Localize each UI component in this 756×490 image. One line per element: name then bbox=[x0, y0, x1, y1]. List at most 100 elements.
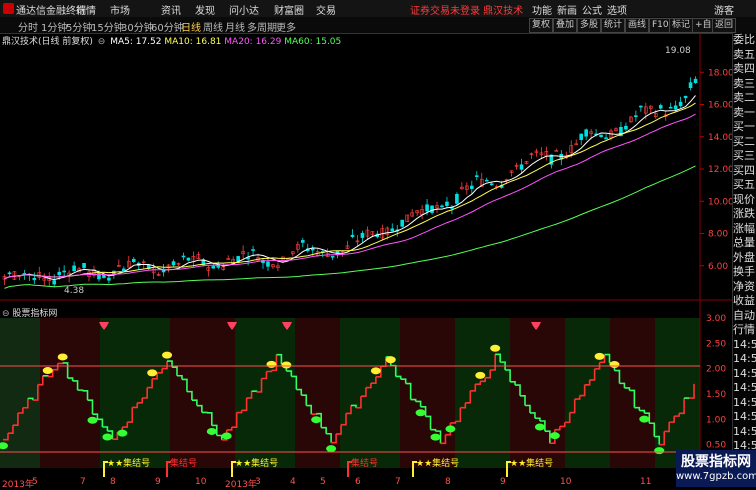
date-tick: 5 bbox=[320, 477, 326, 487]
bg-zone bbox=[455, 318, 510, 468]
candle-body bbox=[689, 83, 692, 88]
candle-body bbox=[674, 106, 677, 109]
side-item: 总量 bbox=[733, 236, 756, 251]
draw-line-button[interactable]: 画线 bbox=[625, 18, 649, 33]
menu-news[interactable]: 资讯 bbox=[161, 2, 181, 17]
price-tick-label: 16.00 bbox=[708, 101, 732, 111]
candle-body bbox=[555, 150, 558, 151]
period-timeshare[interactable]: 分时 bbox=[18, 19, 38, 34]
candle-body bbox=[122, 269, 125, 271]
side-item: 现价 bbox=[733, 193, 756, 208]
bg-zone bbox=[510, 318, 565, 468]
menu-discover[interactable]: 发现 bbox=[195, 2, 215, 17]
green-dot bbox=[639, 416, 649, 423]
date-tick: 2013年 bbox=[2, 477, 34, 490]
period-60min[interactable]: 60分钟 bbox=[151, 19, 184, 34]
candle-body bbox=[440, 206, 443, 207]
price-chart[interactable]: 18.0016.0014.0012.0010.008.006.00 3.002.… bbox=[0, 33, 732, 477]
indicator-tick-label: 3.00 bbox=[706, 314, 726, 324]
multi-stock-button[interactable]: 多股 bbox=[577, 18, 601, 33]
price-axis: 18.0016.0014.0012.0010.008.006.00 bbox=[700, 68, 732, 272]
indicator-step bbox=[78, 390, 83, 391]
green-dot bbox=[222, 432, 232, 439]
candle-body bbox=[455, 194, 458, 203]
mark-button[interactable]: 标记 bbox=[669, 18, 693, 33]
date-tick: 11 bbox=[640, 477, 651, 487]
side-item: 买四 bbox=[733, 164, 756, 179]
ma10-line bbox=[5, 103, 696, 279]
price-tick-label: 10.00 bbox=[708, 197, 732, 207]
period-multi[interactable]: 多周期 bbox=[247, 19, 277, 34]
candle-body bbox=[624, 126, 627, 129]
candle-body bbox=[426, 205, 429, 211]
menu-quotes[interactable]: 行情 bbox=[76, 2, 96, 17]
yellow-dot bbox=[162, 352, 172, 359]
period-weekly[interactable]: 周线 bbox=[203, 19, 223, 34]
menu-market[interactable]: 市场 bbox=[110, 2, 130, 17]
candle-body bbox=[490, 184, 493, 185]
green-dot bbox=[117, 430, 127, 437]
stats-button[interactable]: 统计 bbox=[601, 18, 625, 33]
adjust-button[interactable]: 复权 bbox=[529, 18, 553, 33]
side-item: 卖四 bbox=[733, 62, 756, 77]
candle-body bbox=[33, 278, 36, 280]
formula-button[interactable]: 公式 bbox=[582, 2, 602, 17]
side-item: 收益 bbox=[733, 294, 756, 309]
quote-side-panel: 委比卖五卖四卖三卖二卖一买一买二买三买四买五现价涨跌涨幅总量外盘换手净资收益自动… bbox=[732, 33, 756, 487]
period-1min[interactable]: 1分钟 bbox=[41, 19, 67, 34]
green-dot bbox=[311, 416, 321, 423]
yellow-dot bbox=[58, 353, 68, 360]
new-draw-button[interactable]: 新画 bbox=[557, 2, 577, 17]
bg-zone bbox=[100, 318, 170, 468]
back-button[interactable]: 返回 bbox=[712, 18, 736, 33]
watermark: 股票指标网 www.7gpzb.com bbox=[676, 450, 756, 487]
date-tick: 2013年 bbox=[225, 477, 257, 490]
candle-body bbox=[8, 273, 11, 274]
menu-ask[interactable]: 问小达 bbox=[229, 2, 259, 17]
indicator-background-zones bbox=[0, 318, 700, 468]
candle-body bbox=[684, 96, 687, 98]
period-monthly[interactable]: 月线 bbox=[225, 19, 245, 34]
side-item: 买五 bbox=[733, 178, 756, 193]
login-notice: 证券交易未登录 鼎汉技术 bbox=[410, 2, 523, 17]
side-item: 卖一 bbox=[733, 106, 756, 121]
menu-wealth[interactable]: 财富圈 bbox=[274, 2, 304, 17]
side-item: 买二 bbox=[733, 135, 756, 150]
guest-button[interactable]: 游客 bbox=[714, 2, 734, 17]
candle-body bbox=[107, 278, 110, 280]
candle-body bbox=[445, 202, 448, 206]
price-tick-label: 14.00 bbox=[708, 133, 732, 143]
candle-body bbox=[97, 273, 100, 279]
menu-trade[interactable]: 交易 bbox=[316, 2, 336, 17]
indicator-settings-icon[interactable]: ⊖ bbox=[2, 309, 10, 319]
candle-body bbox=[669, 107, 672, 108]
period-more[interactable]: 更多 bbox=[276, 19, 296, 34]
overlay-button[interactable]: 叠加 bbox=[553, 18, 577, 33]
ma5-line bbox=[5, 96, 696, 280]
date-tick: 7 bbox=[80, 477, 86, 487]
yellow-dot bbox=[475, 372, 485, 379]
period-5min[interactable]: 5分钟 bbox=[66, 19, 92, 34]
signal-label: ★★集结号 bbox=[107, 457, 150, 469]
function-button[interactable]: 功能 bbox=[532, 2, 552, 17]
period-15min[interactable]: 15分钟 bbox=[91, 19, 124, 34]
options-button[interactable]: 选项 bbox=[607, 2, 627, 17]
period-toolbar: 分时 1分钟 5分钟 15分钟 30分钟 60分钟 日线 周线 月线 多周期 更… bbox=[0, 17, 756, 34]
green-dot bbox=[654, 447, 664, 454]
candle-body bbox=[58, 272, 61, 275]
candle-body bbox=[639, 106, 642, 107]
period-daily[interactable]: 日线 bbox=[181, 19, 201, 34]
date-tick: 6 bbox=[355, 477, 361, 487]
price-tick-label: 6.00 bbox=[708, 262, 728, 272]
candle-body bbox=[485, 180, 488, 181]
date-axis: 2013年5789102013年34567891011 bbox=[0, 477, 732, 487]
moving-average-lines bbox=[5, 96, 696, 289]
candlesticks bbox=[3, 76, 697, 287]
bg-zone bbox=[340, 318, 400, 468]
side-item: 外盘 bbox=[733, 251, 756, 266]
candle-body bbox=[23, 273, 26, 274]
candle-body bbox=[266, 262, 269, 266]
period-30min[interactable]: 30分钟 bbox=[121, 19, 154, 34]
signal-label: ★★集结号 bbox=[235, 457, 278, 469]
green-dot bbox=[102, 434, 112, 441]
